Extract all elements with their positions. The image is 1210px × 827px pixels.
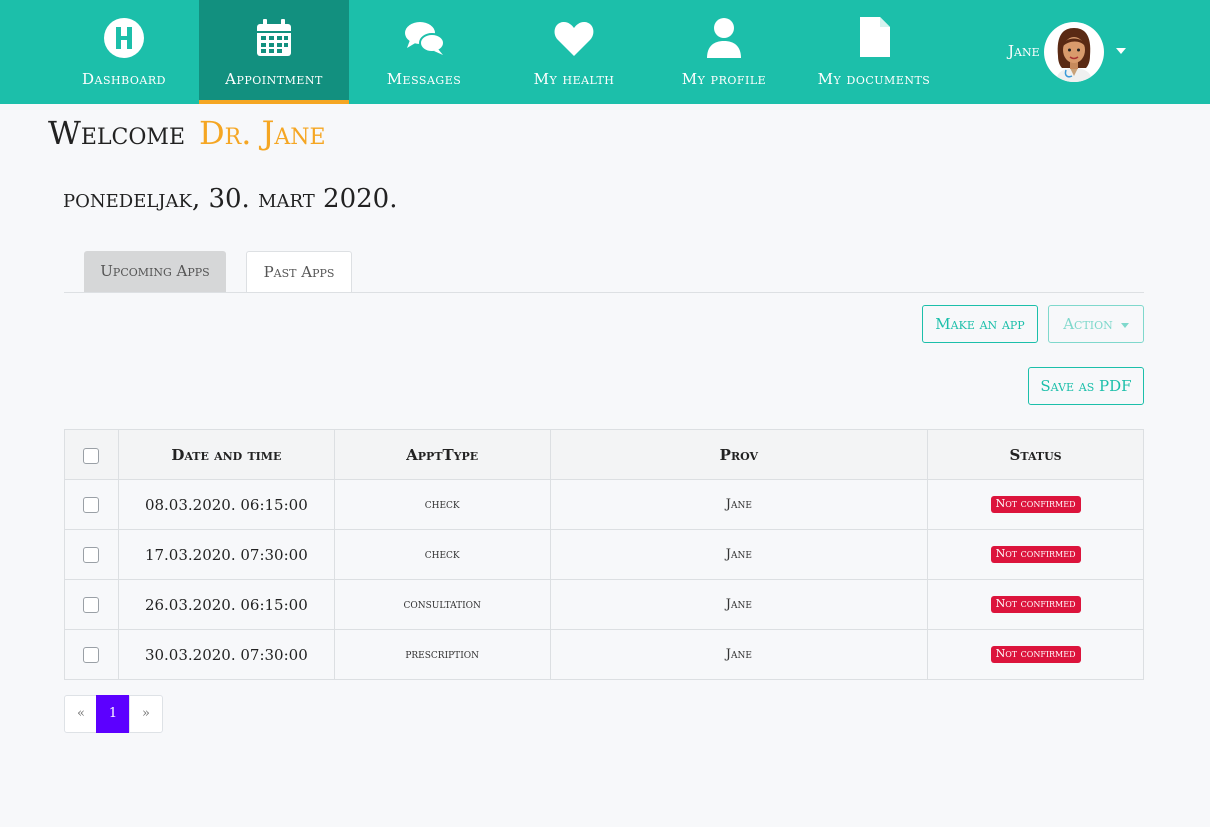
cell-status: Not confirmed — [927, 529, 1144, 580]
cell-prov: Jane — [549, 529, 929, 580]
appointments-table: Date and time ApptType Prov Status 08.03… — [64, 429, 1144, 680]
cell-type: prescription — [333, 629, 551, 680]
row-select-cell — [64, 579, 119, 630]
header-appt-type[interactable]: ApptType — [333, 429, 551, 480]
nav-my-documents[interactable]: My documents — [799, 0, 949, 104]
user-menu[interactable]: Jane — [1000, 18, 1140, 86]
select-all-cell — [64, 429, 119, 480]
cell-datetime: 30.03.2020. 07:30:00 — [117, 629, 335, 680]
doctor-avatar-icon — [1044, 22, 1104, 82]
user-name: Jane — [1008, 42, 1040, 60]
welcome-prefix: Welcome — [48, 114, 186, 152]
welcome-name: Dr. Jane — [199, 114, 326, 152]
chevron-down-icon — [1120, 322, 1129, 328]
pagination-next[interactable]: » — [129, 695, 163, 733]
cell-prov: Jane — [549, 579, 929, 630]
nav-my-profile-label: My profile — [681, 70, 767, 88]
select-all-checkbox[interactable] — [83, 447, 100, 464]
nav-appointment[interactable]: Appointment — [199, 0, 349, 104]
cell-status: Not confirmed — [927, 479, 1144, 530]
cell-status: Not confirmed — [927, 579, 1144, 630]
row-checkbox[interactable] — [83, 546, 100, 563]
nav-appointment-label: Appointment — [225, 70, 323, 88]
nav-messages[interactable]: Messages — [349, 0, 499, 104]
nav-my-profile[interactable]: My profile — [649, 0, 799, 104]
chat-bubbles-icon — [405, 22, 445, 55]
row-select-cell — [64, 629, 119, 680]
save-pdf-button[interactable]: Save as PDF — [1028, 367, 1144, 405]
cell-datetime: 17.03.2020. 07:30:00 — [117, 529, 335, 580]
pagination-prev[interactable]: « — [64, 695, 98, 733]
table-header-row: Date and time ApptType Prov Status — [64, 429, 1144, 480]
calendar-icon — [257, 19, 291, 56]
header-prov[interactable]: Prov — [549, 429, 929, 480]
cell-datetime: 26.03.2020. 06:15:00 — [117, 579, 335, 630]
nav-my-health[interactable]: My health — [499, 0, 649, 104]
cell-type: check — [333, 529, 551, 580]
status-badge: Not confirmed — [990, 496, 1081, 513]
save-pdf-label: Save as PDF — [1040, 377, 1132, 395]
cell-status: Not confirmed — [927, 629, 1144, 680]
nav-my-health-label: My health — [533, 70, 615, 88]
table-row: 17.03.2020. 07:30:00 check Jane Not conf… — [64, 529, 1144, 580]
pagination-page-1[interactable]: 1 — [96, 695, 130, 733]
cell-datetime: 08.03.2020. 06:15:00 — [117, 479, 335, 530]
row-checkbox[interactable] — [83, 596, 100, 613]
nav-messages-label: Messages — [386, 70, 462, 88]
current-date: ponedeljak, 30. mart 2020. — [63, 184, 398, 214]
tab-past-apps[interactable]: Past Apps — [246, 251, 352, 293]
header-date-time[interactable]: Date and time — [117, 429, 335, 480]
table-row: 26.03.2020. 06:15:00 consultation Jane N… — [64, 579, 1144, 630]
welcome-heading: Welcome Dr. Jane — [48, 114, 326, 152]
tabs-divider — [64, 292, 1144, 293]
status-badge: Not confirmed — [990, 646, 1081, 663]
top-navbar: Dashboard Appointment Messages My health… — [0, 0, 1210, 104]
row-checkbox[interactable] — [83, 496, 100, 513]
chevron-down-icon — [1116, 48, 1126, 54]
heart-icon — [554, 21, 594, 56]
cell-prov: Jane — [549, 479, 929, 530]
action-dropdown-button[interactable]: Action — [1048, 305, 1144, 343]
table-row: 30.03.2020. 07:30:00 prescription Jane N… — [64, 629, 1144, 680]
make-app-button[interactable]: Make an app — [922, 305, 1038, 343]
nav-my-documents-label: My documents — [817, 70, 931, 88]
cell-type: check — [333, 479, 551, 530]
user-icon — [707, 18, 741, 58]
status-badge: Not confirmed — [990, 546, 1081, 563]
row-select-cell — [64, 479, 119, 530]
cell-type: consultation — [333, 579, 551, 630]
hospital-h-icon — [104, 18, 144, 58]
action-label: Action — [1063, 315, 1113, 333]
document-icon — [860, 17, 890, 57]
tab-upcoming-apps[interactable]: Upcoming Apps — [84, 251, 226, 292]
row-select-cell — [64, 529, 119, 580]
nav-dashboard-label: Dashboard — [82, 70, 166, 88]
table-row: 08.03.2020. 06:15:00 check Jane Not conf… — [64, 479, 1144, 530]
header-status[interactable]: Status — [927, 429, 1144, 480]
nav-dashboard[interactable]: Dashboard — [49, 0, 199, 104]
status-badge: Not confirmed — [990, 596, 1081, 613]
make-app-label: Make an app — [935, 315, 1025, 333]
row-checkbox[interactable] — [83, 646, 100, 663]
cell-prov: Jane — [549, 629, 929, 680]
